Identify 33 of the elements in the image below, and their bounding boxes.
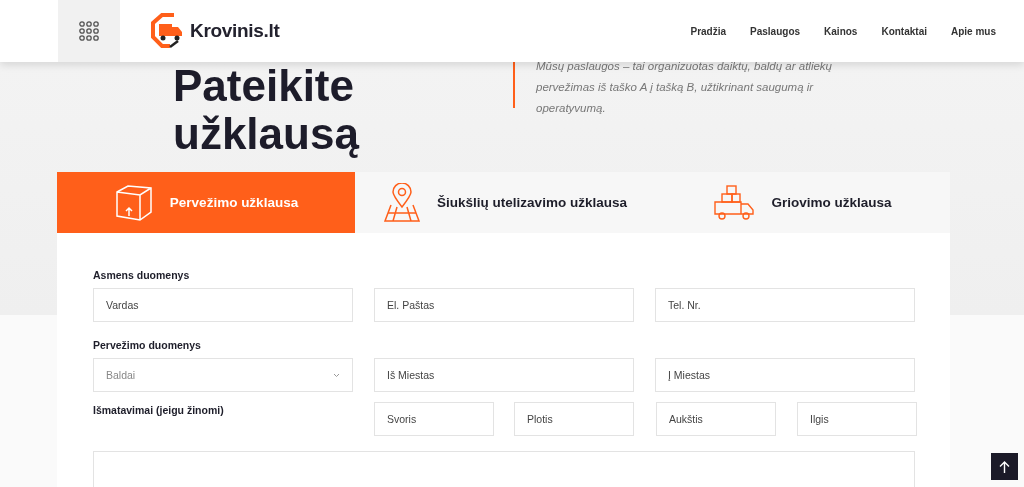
grid-icon	[79, 21, 99, 41]
truck-icon	[713, 183, 756, 222]
nav-link[interactable]: Kainos	[812, 25, 870, 37]
page-heading: užklausą	[173, 110, 361, 158]
input-field[interactable]: Tel. Nr.	[655, 288, 915, 322]
arrow-up-icon	[999, 460, 1010, 473]
request-tab[interactable]: Griovimo užklausa	[655, 172, 950, 233]
input-field[interactable]: El. Paštas	[374, 288, 634, 322]
input-field[interactable]: Ilgis	[797, 402, 917, 436]
page-heading: Pateikite	[173, 62, 355, 110]
message-field[interactable]	[93, 451, 915, 487]
input-field[interactable]: Plotis	[514, 402, 634, 436]
input-field[interactable]: Vardas	[93, 288, 353, 322]
nav-link[interactable]: Kontaktai	[869, 25, 939, 37]
nav-link[interactable]: Paslaugos	[738, 25, 813, 37]
nav-link[interactable]: Apie mus	[939, 25, 1008, 37]
map-pin-icon	[383, 182, 422, 223]
select-field[interactable]: Baldai	[93, 358, 353, 392]
logo-text[interactable]: Krovinis.lt	[190, 20, 280, 42]
nav-link[interactable]: Pradžia	[678, 25, 739, 37]
section-title: Pervežimo duomenys	[93, 339, 202, 353]
input-field[interactable]: Iš Miestas	[374, 358, 634, 392]
input-field[interactable]: Į Miestas	[655, 358, 915, 392]
box-icon	[113, 183, 154, 222]
input-field[interactable]: Svoris	[374, 402, 494, 436]
request-tab[interactable]: Šiukšlių utelizavimo užklausa	[355, 172, 655, 233]
description-text: Mūsų paslaugos – tai organizuotas daiktų, baldų ar atliekų pervežimas iš taško A į tašką B, užtikrinant saugumą ir operatyvumą.	[536, 59, 833, 116]
section-title: Išmatavimai (jeigu žinomi)	[93, 403, 225, 418]
scroll-top-button[interactable]	[991, 453, 1018, 480]
chevron-down-icon	[333, 372, 340, 378]
input-field[interactable]: Aukštis	[656, 402, 776, 436]
menu-button[interactable]	[58, 0, 120, 62]
section-title: Asmens duomenys	[93, 269, 191, 283]
